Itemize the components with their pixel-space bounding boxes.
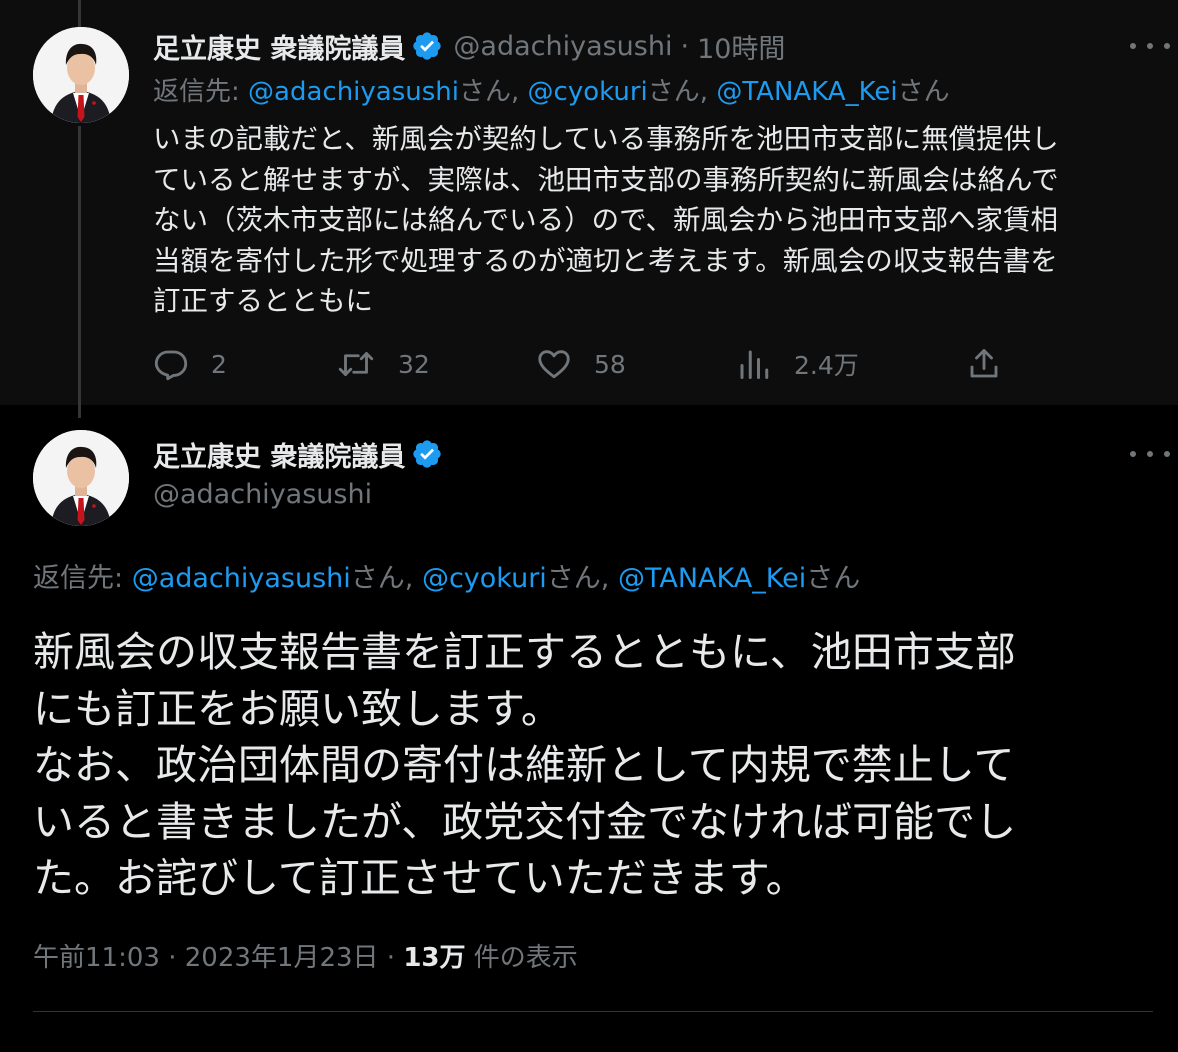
tweet-text-line: 新風会の収支報告書を訂正するとともに、池田市支部 — [33, 628, 1016, 676]
tweet-text-line: た。お詫びして訂正させていただきます。 — [33, 854, 807, 902]
retweet-button[interactable]: 32 — [336, 338, 430, 390]
reply-prefix: 返信先: — [33, 563, 132, 594]
tweet-text-line: 当額を寄付した形で処理するのが適切と考えます。新風会の収支報告書を — [153, 244, 1058, 277]
mention-suffix: さん — [806, 563, 861, 594]
author-name[interactable]: 足立康史 衆議院議員 — [153, 27, 405, 66]
like-count: 58 — [594, 349, 626, 379]
tweet-time[interactable]: 午前11:03 — [33, 943, 160, 973]
mention-suffix: さん, — [647, 77, 717, 107]
mention-suffix: さん, — [546, 563, 618, 594]
author-name[interactable]: 足立康史 衆議院議員 — [153, 435, 405, 474]
action-bar: 2 32 58 2.4万 — [0, 338, 1178, 390]
verified-badge-icon — [411, 30, 443, 62]
tweet-date[interactable]: 2023年1月23日 — [185, 943, 379, 973]
tweet-text: いまの記載だと、新風会が契約している事務所を池田市支部に無償提供し ていると解せ… — [153, 119, 1153, 322]
views-bar-chart-icon — [740, 350, 769, 379]
separator-dot: · — [378, 943, 404, 973]
tweet-text: 新風会の収支報告書を訂正するとともに、池田市支部 にも訂正をお願い致します。 な… — [33, 624, 1153, 907]
retweet-icon — [338, 352, 374, 376]
author-handle[interactable]: @adachiyasushi — [453, 31, 672, 62]
mention-suffix: さん, — [459, 77, 528, 107]
views-button[interactable]: 2.4万 — [736, 338, 859, 390]
retweet-count: 32 — [398, 349, 430, 379]
tweet-text-line: にも訂正をお願い致します。 — [33, 684, 562, 733]
avatar-portrait — [33, 430, 129, 526]
avatar[interactable] — [33, 430, 129, 526]
view-label: 件の表示 — [465, 943, 578, 973]
reply-count: 2 — [211, 349, 227, 379]
like-button[interactable]: 58 — [536, 338, 626, 390]
tweet-header: 足立康史 衆議院議員 — [153, 434, 453, 474]
reply-bubble-icon — [154, 350, 188, 381]
mention-link[interactable]: @adachiyasushi — [132, 563, 351, 594]
reply-to-line: 返信先: @adachiyasushiさん, @cyokuriさん, @TANA… — [153, 72, 950, 112]
tweet-text-line: いまの記載だと、新風会が契約している事務所を池田市支部に無償提供し — [153, 123, 1059, 155]
heart-icon — [538, 350, 570, 379]
avatar[interactable] — [33, 27, 129, 123]
mention-link[interactable]: @TANAKA_Kei — [716, 77, 897, 107]
reply-prefix: 返信先: — [153, 77, 249, 107]
share-button[interactable] — [966, 338, 1024, 390]
tweet-header: 足立康史 衆議院議員 @adachiyasushi · 10時間 — [153, 26, 785, 66]
share-upload-icon — [970, 349, 998, 378]
tweet-text-line: ない（茨木市支部には絡んでいる）ので、新風会から池田市支部へ家賃相 — [153, 204, 1059, 236]
thread-connector-top — [78, 0, 81, 28]
divider — [33, 1011, 1153, 1012]
tweet-text-line: ていると解せますが、実際は、池田市支部の事務所契約に新風会は絡んで — [153, 163, 1059, 196]
view-count: 2.4万 — [794, 351, 859, 380]
mention-link[interactable]: @adachiyasushi — [248, 77, 459, 107]
reply-button[interactable]: 2 — [153, 338, 227, 390]
mention-suffix: さん, — [350, 563, 422, 594]
view-count[interactable]: 13万 — [403, 943, 465, 973]
more-dots-icon[interactable] — [1130, 444, 1170, 464]
reply-to-line: 返信先: @adachiyasushiさん, @cyokuriさん, @TANA… — [33, 558, 860, 600]
tweet-text-line: 訂正するとともに — [153, 285, 373, 317]
tweet-meta: 午前11:03 · 2023年1月23日 · 13万 件の表示 — [33, 936, 578, 980]
parent-tweet[interactable]: 足立康史 衆議院議員 @adachiyasushi · 10時間 返信先: @a… — [0, 0, 1178, 418]
separator-dot: · — [159, 943, 185, 973]
mention-link[interactable]: @TANAKA_Kei — [618, 563, 806, 594]
tweet-timestamp[interactable]: 10時間 — [697, 27, 785, 66]
author-handle[interactable]: @adachiyasushi — [153, 476, 372, 514]
tweet-text-line: なお、政治団体間の寄付は維新として内規で禁止して — [33, 741, 1015, 789]
separator-dot: · — [680, 30, 690, 62]
avatar-portrait — [33, 27, 129, 123]
tweet-thread: 足立康史 衆議院議員 @adachiyasushi · 10時間 返信先: @a… — [0, 0, 1178, 1052]
more-dots-icon[interactable] — [1130, 36, 1170, 56]
mention-suffix: さん — [897, 77, 950, 107]
verified-badge-icon — [411, 438, 443, 470]
tweet-text-line: いると書きましたが、政党交付金でなければ可能でし — [33, 797, 1017, 846]
mention-link[interactable]: @cyokuri — [528, 77, 648, 107]
mention-link[interactable]: @cyokuri — [422, 563, 547, 594]
